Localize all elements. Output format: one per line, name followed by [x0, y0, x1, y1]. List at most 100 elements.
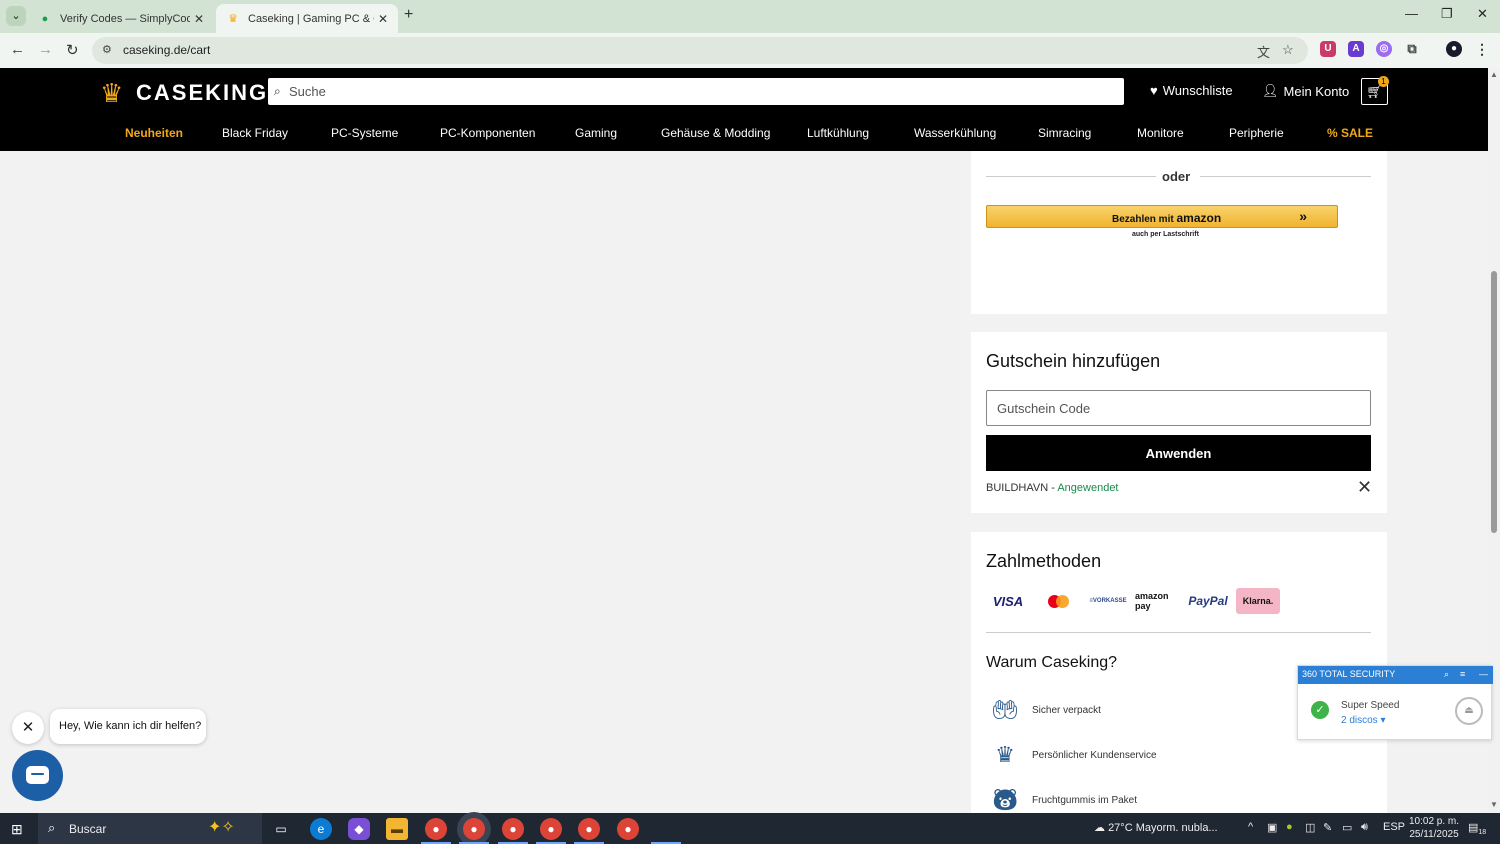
apply-coupon-button[interactable]: Anwenden [986, 435, 1371, 471]
search-icon: ⌕ [48, 820, 56, 835]
amazon-pay-button[interactable]: Bezahlen mit amazon » [986, 205, 1338, 228]
nav-black-friday[interactable]: Black Friday [222, 126, 288, 140]
clock-date: 25/11/2025 [1409, 829, 1459, 840]
account-link[interactable]: 👤︎ Mein Konto [1262, 83, 1349, 99]
minimize-icon[interactable]: — [1405, 6, 1418, 21]
nav-gehaeuse-modding[interactable]: Gehäuse & Modding [661, 126, 770, 140]
nav-wasserkuehlung[interactable]: Wasserkühlung [914, 126, 996, 140]
tray-security-icon[interactable]: ● [1286, 821, 1293, 833]
bookmark-star-icon[interactable]: ☆ [1282, 42, 1294, 58]
security-menu-icon[interactable]: ≡ [1460, 669, 1465, 679]
security-search-icon[interactable]: ⌕ [1444, 669, 1449, 680]
nav-gaming[interactable]: Gaming [575, 126, 617, 140]
paypal-logo: PayPal [1188, 594, 1228, 608]
file-explorer-icon[interactable]: ▬ [386, 818, 408, 840]
security-disks-link[interactable]: 2 discos ▾ [1341, 715, 1386, 726]
chrome-icon[interactable]: ● [502, 818, 524, 840]
tray-device-icon[interactable]: ◫ [1305, 821, 1315, 834]
forward-arrow-icon[interactable]: → [38, 41, 53, 58]
remove-coupon-close-icon[interactable]: ✕ [1357, 477, 1372, 498]
nav-pc-komponenten[interactable]: PC-Komponenten [440, 126, 535, 140]
browser-menu-icon[interactable]: ⋮ [1474, 41, 1490, 57]
chat-greeting-bubble[interactable]: Hey, Wie kann ich dir helfen? [50, 709, 206, 744]
chrome-icon[interactable]: ● [578, 818, 600, 840]
tab-search-icon[interactable]: ⌄ [6, 6, 26, 26]
copilot-sparkle-icon: ✦✧ [208, 819, 235, 836]
close-tab-icon[interactable]: ✕ [194, 12, 204, 26]
chat-dismiss-close-icon[interactable]: ✕ [12, 712, 44, 744]
visa-logo: VISA [992, 593, 1024, 609]
extension-loop-icon[interactable]: ◎ [1376, 41, 1392, 57]
coupon-card: Gutschein hinzufügen Anwenden BUILDHAVN … [971, 332, 1387, 513]
omnibox[interactable]: ⚙ caseking.de/cart 文 ☆ [92, 37, 1308, 64]
translate-icon[interactable]: 文 [1257, 42, 1270, 61]
chrome-icon[interactable]: ● [540, 818, 562, 840]
network-icon[interactable]: ▭ [1342, 821, 1352, 834]
site-settings-icon[interactable]: ⚙ [102, 43, 112, 56]
nav-sale[interactable]: % SALE [1327, 126, 1373, 140]
caseking-logo[interactable]: ♛ CASEKING [100, 78, 268, 108]
new-tab-plus-icon[interactable]: + [404, 6, 413, 24]
extensions-puzzle-icon[interactable]: ⧉ [1404, 41, 1420, 57]
profile-avatar-icon[interactable]: ● [1446, 41, 1462, 57]
wishlist-label: Wunschliste [1162, 83, 1233, 98]
eject-icon[interactable]: ⏏ [1455, 697, 1483, 725]
url-text[interactable]: caseking.de/cart [123, 43, 210, 57]
window-close-icon[interactable]: ✕ [1477, 6, 1488, 22]
crown-logo-icon: ♛ [100, 78, 124, 108]
extension-shield-icon[interactable]: U [1320, 41, 1336, 57]
scroll-up-arrow-icon[interactable]: ▲ [1490, 70, 1498, 79]
double-chevron-icon: » [1299, 208, 1307, 224]
cloud-icon: ☁ [1094, 822, 1105, 834]
weather-widget[interactable]: ☁ 27°C Mayorm. nubla... [1094, 821, 1218, 834]
edge-icon[interactable]: e [310, 818, 332, 840]
amazon-brand: amazon [1176, 211, 1222, 225]
extension-a-icon[interactable]: A [1348, 41, 1364, 57]
chrome-icon[interactable]: ● [463, 818, 485, 840]
windows-start-icon[interactable]: ⊞ [11, 821, 23, 838]
vorkasse-text: VORKASSE [1092, 598, 1127, 604]
tab-simplycodes[interactable]: ● Verify Codes — SimplyCodes ✕ [28, 4, 214, 33]
chrome-icon[interactable]: ● [617, 818, 639, 840]
nav-pc-systeme[interactable]: PC-Systeme [331, 126, 398, 140]
tray-pen-icon[interactable]: ✎ [1323, 821, 1332, 834]
nav-neuheiten[interactable]: Neuheiten [125, 126, 183, 140]
security-popup: 360 TOTAL SECURITY ⌕ ≡ — ✓ Super Speed 2… [1297, 665, 1493, 740]
taskbar-search[interactable]: ⌕ Buscar ✦✧ [38, 813, 262, 844]
tray-chevron-icon[interactable]: ^ [1248, 821, 1253, 833]
scroll-down-arrow-icon[interactable]: ▼ [1490, 800, 1498, 809]
why-item: 🐻︎ Fruchtgummis im Paket [986, 784, 1137, 816]
mastercard-logo: mastercard [1036, 588, 1080, 614]
nav-simracing[interactable]: Simracing [1038, 126, 1091, 140]
chrome-icon[interactable]: ● [425, 818, 447, 840]
maximize-icon[interactable]: ❐ [1441, 6, 1453, 22]
back-arrow-icon[interactable]: ← [10, 41, 25, 58]
nav-peripherie[interactable]: Peripherie [1229, 126, 1284, 140]
task-view-icon[interactable]: ▭ [270, 818, 292, 840]
simplycodes-favicon-icon: ● [41, 12, 49, 25]
copilot-icon[interactable]: ◆ [348, 818, 370, 840]
search-input[interactable] [289, 81, 1109, 102]
address-bar-row: ← → ↻ ⚙ caseking.de/cart 文 ☆ U A ◎ ⧉ ● ⋮ [0, 33, 1500, 68]
applied-coupon: BUILDHAVN - Angewendet [986, 482, 1119, 494]
or-label: oder [1162, 169, 1191, 184]
nav-luftkuehlung[interactable]: Luftkühlung [807, 126, 869, 140]
language-indicator[interactable]: ESP [1383, 821, 1405, 833]
scrollbar-thumb[interactable] [1491, 271, 1497, 533]
wishlist-link[interactable]: ♥ Wunschliste [1150, 83, 1233, 98]
search-icon[interactable]: ⌕ [274, 84, 281, 99]
nav-monitore[interactable]: Monitore [1137, 126, 1184, 140]
chat-launcher-button[interactable] [12, 750, 63, 801]
coupon-code-input[interactable] [986, 390, 1371, 426]
tray-app-icon[interactable]: ▣ [1267, 821, 1277, 834]
volume-icon[interactable]: 🔊︎ [1361, 821, 1368, 834]
reload-icon[interactable]: ↻ [66, 41, 79, 59]
close-tab-icon[interactable]: ✕ [378, 12, 388, 26]
tab-caseking[interactable]: ♛ Caseking | Gaming PC & Comp ✕ [216, 4, 398, 33]
applied-status: Angewendet [1057, 482, 1119, 494]
why-item-label: Fruchtgummis im Paket [1032, 794, 1138, 806]
notifications-icon[interactable]: ▤18 [1468, 821, 1486, 836]
clock[interactable]: 10:02 p. m. 25/11/2025 [1409, 815, 1459, 841]
security-minimize-icon[interactable]: — [1479, 669, 1488, 679]
applied-code: BUILDHAVN [986, 482, 1049, 494]
